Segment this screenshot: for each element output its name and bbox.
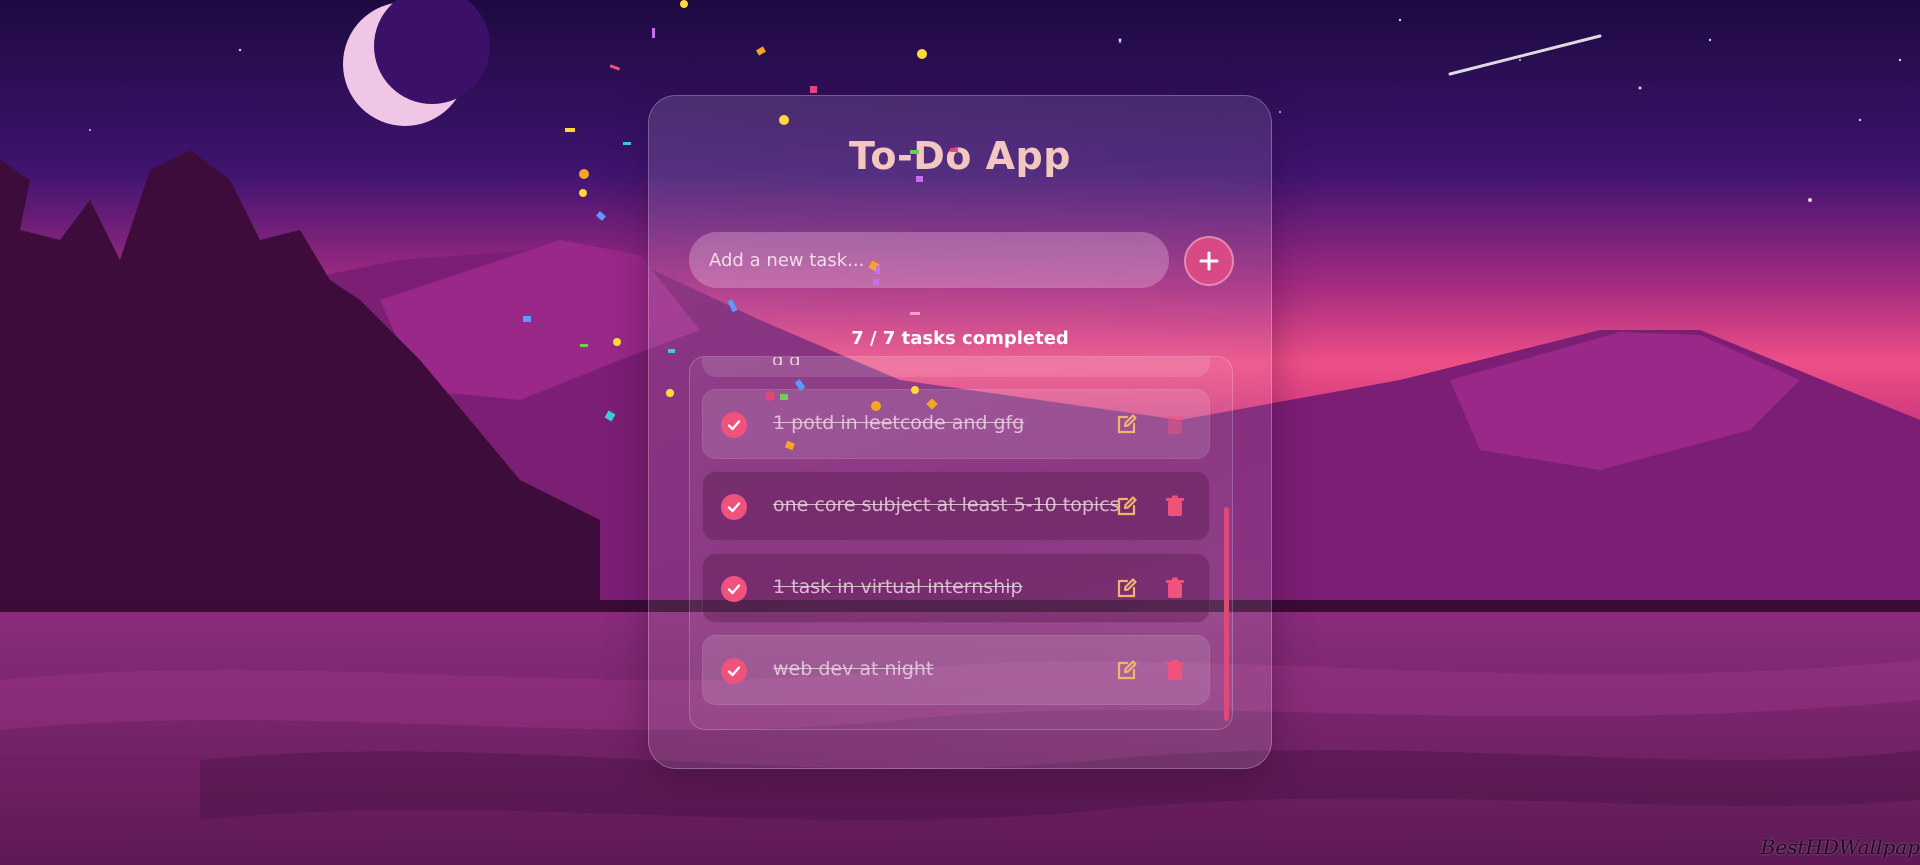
check-icon xyxy=(727,666,741,677)
task-text: 1 potd in leetcode and gfg xyxy=(773,412,1025,434)
list-item[interactable]: 1 task in virtual internship xyxy=(702,553,1210,623)
edit-button[interactable] xyxy=(1115,412,1141,438)
task-list[interactable]: g g 1 potd in leetcode and gfg one core … xyxy=(689,356,1233,730)
plus-icon xyxy=(1199,251,1219,271)
edit-icon xyxy=(1117,414,1137,434)
trash-icon xyxy=(1166,577,1184,598)
list-item[interactable]: g g xyxy=(702,357,1210,377)
add-task-button[interactable] xyxy=(1184,236,1234,286)
check-icon xyxy=(727,584,741,595)
delete-button[interactable] xyxy=(1163,494,1189,520)
check-icon xyxy=(727,420,741,431)
task-text: one core subject at least 5-10 topics xyxy=(773,494,1120,516)
add-task-row xyxy=(689,232,1234,290)
edit-icon xyxy=(1117,578,1137,598)
trash-icon xyxy=(1166,495,1184,516)
list-item[interactable]: web dev at night xyxy=(702,635,1210,705)
delete-button[interactable] xyxy=(1163,576,1189,602)
edit-button[interactable] xyxy=(1115,576,1141,602)
edit-button[interactable] xyxy=(1115,658,1141,684)
watermark: BestHDWallpap xyxy=(1760,835,1920,859)
complete-toggle[interactable] xyxy=(721,494,747,520)
complete-toggle[interactable] xyxy=(721,658,747,684)
complete-toggle[interactable] xyxy=(721,412,747,438)
task-text: web dev at night xyxy=(773,658,934,680)
list-item[interactable]: 1 potd in leetcode and gfg xyxy=(702,389,1210,459)
edit-button[interactable] xyxy=(1115,494,1141,520)
list-scrollbar[interactable] xyxy=(1224,507,1229,721)
task-text: 1 task in virtual internship xyxy=(773,576,1023,598)
trash-icon xyxy=(1166,416,1184,434)
list-item[interactable]: one core subject at least 5-10 topics xyxy=(702,471,1210,541)
task-input[interactable] xyxy=(689,232,1169,288)
task-text: g g xyxy=(772,357,801,365)
progress-text: 7 / 7 tasks completed xyxy=(851,328,1069,349)
complete-toggle[interactable] xyxy=(721,576,747,602)
app-title: To-Do App xyxy=(849,134,1071,178)
check-icon xyxy=(727,502,741,513)
todo-card: To-Do App 7 / 7 tasks completed g g 1 po… xyxy=(648,95,1272,769)
delete-button[interactable] xyxy=(1163,412,1189,438)
delete-button[interactable] xyxy=(1163,658,1189,684)
edit-icon xyxy=(1117,496,1137,516)
edit-icon xyxy=(1117,660,1137,680)
trash-icon xyxy=(1166,659,1184,680)
